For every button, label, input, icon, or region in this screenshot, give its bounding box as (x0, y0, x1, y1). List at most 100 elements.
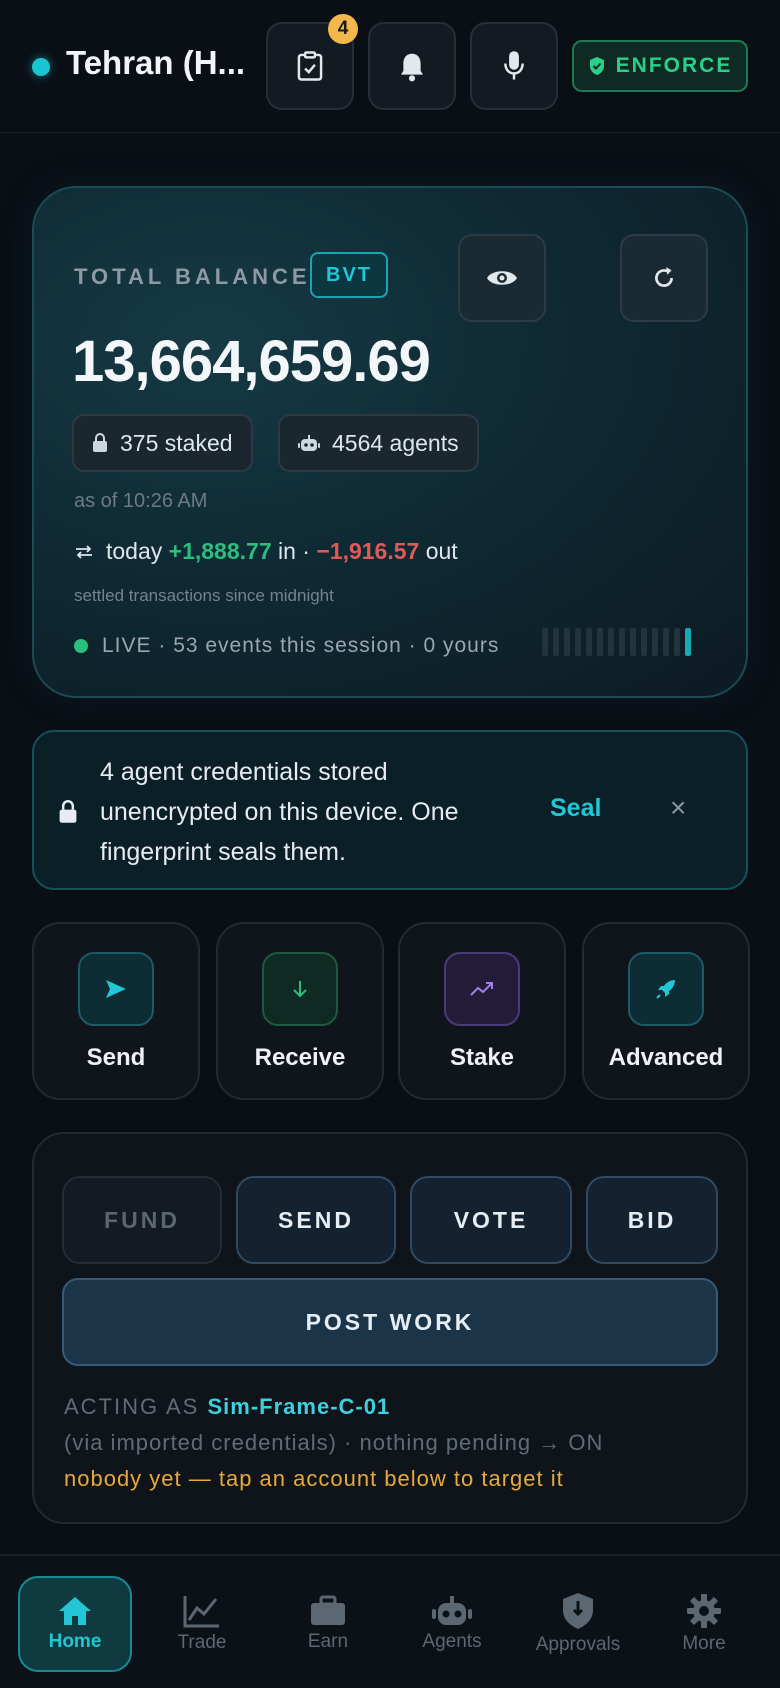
stake-action-button[interactable]: Stake (398, 922, 566, 1100)
robot-icon (432, 1596, 472, 1625)
vote-button[interactable]: VOTE (410, 1176, 572, 1264)
gear-icon (687, 1594, 721, 1628)
voice-button[interactable] (470, 22, 558, 110)
status-dot (32, 58, 50, 76)
acting-as-label: ACTING AS (64, 1394, 200, 1419)
bid-button[interactable]: BID (586, 1176, 718, 1264)
refresh-icon (655, 267, 673, 287)
nav-approvals[interactable]: Approvals (522, 1576, 634, 1672)
nav-agents-label: Agents (422, 1631, 482, 1652)
nav-earn[interactable]: Earn (272, 1576, 384, 1672)
advanced-action-label: Advanced (608, 1044, 724, 1071)
rocket-icon (628, 952, 704, 1026)
live-status: LIVE · 53 events this session · 0 yours (74, 634, 499, 658)
tasks-button[interactable]: 4 (266, 14, 358, 110)
send-action-button[interactable]: Send (32, 922, 200, 1100)
fund-button[interactable]: FUND (62, 1176, 222, 1264)
lock-icon (93, 433, 107, 452)
send-icon (78, 952, 154, 1026)
briefcase-icon (311, 1595, 345, 1625)
credentials-message: 4 agent credentials stored unencrypted o… (100, 758, 459, 866)
close-banner-button[interactable]: × (670, 792, 686, 824)
today-flow: today +1,888.77 in · −1,916.57 out (74, 538, 458, 565)
top-bar: Tehran (H... 4 ENFORCE (0, 0, 780, 133)
refresh-button[interactable] (620, 234, 708, 322)
activity-bar (575, 628, 581, 656)
seal-button[interactable]: Seal (550, 794, 601, 823)
microphone-icon (504, 51, 524, 80)
arrow-down-icon (262, 952, 338, 1026)
inflow-label: in · (278, 538, 310, 564)
agents-text: 4564 agents (332, 429, 459, 456)
clipboard-check-icon (297, 51, 323, 81)
activity-bar (553, 628, 559, 656)
acting-as-account[interactable]: Sim-Frame-C-01 (207, 1394, 390, 1419)
nav-agents[interactable]: Agents (396, 1576, 508, 1672)
activity-bar (619, 628, 625, 656)
nav-home-label: Home (48, 1631, 102, 1652)
balance-amount: 13,664,659.69 (72, 329, 431, 394)
home-icon (59, 1597, 91, 1625)
staked-text: 375 staked (120, 429, 233, 456)
enforce-label: ENFORCE (615, 54, 733, 77)
nav-trade[interactable]: Trade (146, 1576, 258, 1672)
activity-bar (542, 628, 548, 656)
activity-bar (630, 628, 636, 656)
nav-earn-label: Earn (307, 1631, 349, 1652)
activity-bar (652, 628, 658, 656)
send-action-label: Send (86, 1044, 146, 1071)
inflow-value: +1,888.77 (168, 538, 272, 564)
enforce-mode-badge[interactable]: ENFORCE (572, 40, 748, 92)
live-text: LIVE · 53 events this session · 0 yours (102, 634, 500, 657)
activity-bar (663, 628, 669, 656)
chart-line-icon (183, 1596, 219, 1628)
advanced-action-button[interactable]: Advanced (582, 922, 750, 1100)
balance-card: TOTAL BALANCE BVT 13,664,659.69 375 stak… (32, 186, 748, 698)
bell-icon (400, 53, 424, 82)
nav-trade-label: Trade (177, 1632, 227, 1653)
today-label: today (106, 538, 163, 564)
trending-up-icon (444, 952, 520, 1026)
eye-icon (487, 271, 517, 285)
exchange-arrows-icon (76, 544, 92, 559)
nav-more-label: More (682, 1633, 726, 1654)
currency-badge[interactable]: BVT (310, 252, 388, 298)
tasks-count-badge: 4 (328, 14, 358, 44)
activity-meter (542, 628, 691, 656)
credentials-warning-banner: 4 agent credentials stored unencrypted o… (32, 730, 748, 890)
receive-action-label: Receive (254, 1044, 346, 1071)
operations-panel: FUND SEND VOTE BID POST WORK ACTING AS S… (32, 1132, 748, 1524)
outflow-label: out (425, 538, 458, 564)
shield-check-icon (589, 57, 604, 75)
shield-icon (563, 1593, 593, 1629)
activity-bar (641, 628, 647, 656)
notifications-button[interactable] (368, 22, 456, 110)
post-work-button[interactable]: POST WORK (62, 1278, 718, 1366)
credentials-source-note: (via imported credentials) · nothing pen… (64, 1430, 604, 1455)
as-of-time: as of 10:26 AM (74, 490, 208, 512)
staked-pill[interactable]: 375 staked (72, 414, 253, 472)
activity-bar (608, 628, 614, 656)
nav-home[interactable]: Home (18, 1576, 132, 1672)
toggle-visibility-button[interactable] (458, 234, 546, 322)
send-op-button[interactable]: SEND (236, 1176, 396, 1264)
outflow-value: −1,916.57 (316, 538, 420, 564)
live-dot (74, 639, 88, 653)
robot-icon (298, 435, 320, 451)
activity-bar (564, 628, 570, 656)
acting-as-line: ACTING AS Sim-Frame-C-01 (64, 1394, 390, 1420)
target-hint: nobody yet — tap an account below to tar… (64, 1466, 564, 1491)
agents-pill[interactable]: 4564 agents (278, 414, 479, 472)
bottom-navigation: Home Trade Earn Agents Approvals More (0, 1554, 780, 1688)
location-title[interactable]: Tehran (H... (66, 44, 245, 82)
receive-action-button[interactable]: Receive (216, 922, 384, 1100)
total-balance-label: TOTAL BALANCE (74, 264, 311, 289)
stake-action-label: Stake (449, 1044, 515, 1071)
nav-approvals-label: Approvals (535, 1634, 621, 1655)
activity-bar (674, 628, 680, 656)
nav-more[interactable]: More (648, 1576, 760, 1672)
activity-bar (597, 628, 603, 656)
activity-bar (685, 628, 691, 656)
settled-note: settled transactions since midnight (74, 586, 334, 605)
activity-bar (586, 628, 592, 656)
